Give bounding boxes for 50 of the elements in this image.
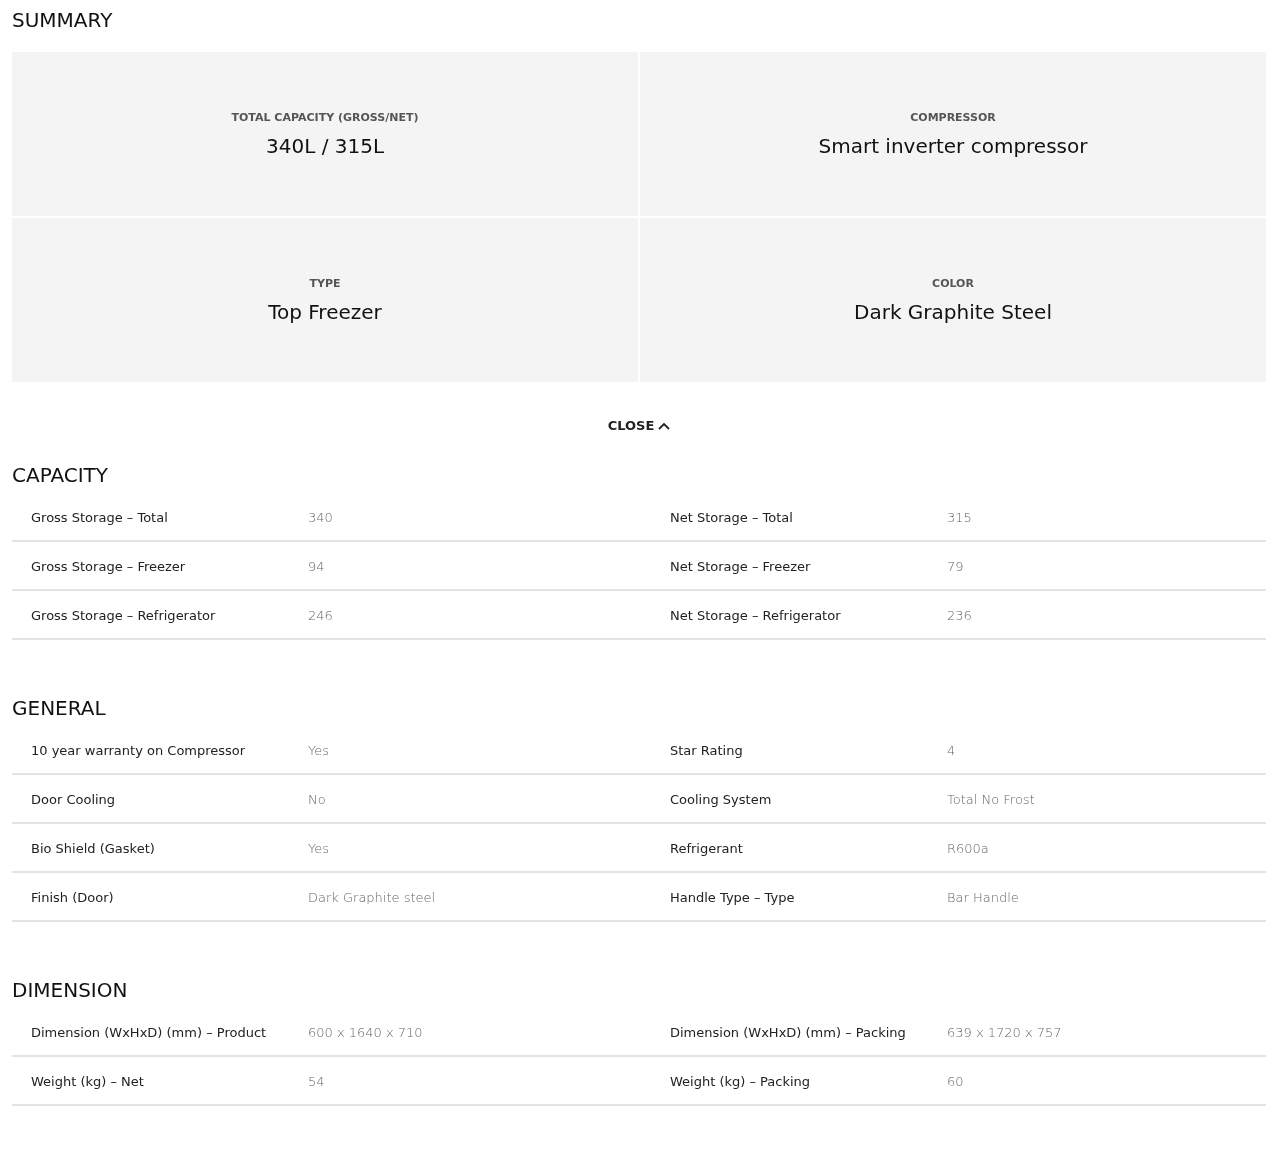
spec-label: Cooling System bbox=[670, 792, 772, 807]
summary-value: Dark Graphite Steel bbox=[854, 299, 1052, 324]
spec-value: 639 x 1720 x 757 bbox=[947, 1025, 1062, 1040]
spec-label: Gross Storage – Freezer bbox=[31, 559, 186, 574]
spec-label: Star Rating bbox=[670, 743, 743, 758]
close-button[interactable]: CLOSE bbox=[607, 418, 671, 433]
spec-label: Weight (kg) – Packing bbox=[670, 1074, 811, 1089]
spec-value: Bar Handle bbox=[947, 890, 1019, 905]
spec-value: 54 bbox=[308, 1074, 325, 1089]
summary-value: Smart inverter compressor bbox=[818, 133, 1088, 158]
spec-label: Door Cooling bbox=[31, 792, 116, 807]
summary-value: Top Freezer bbox=[268, 299, 382, 324]
spec-value: 315 bbox=[947, 510, 972, 525]
spec-label: Net Storage – Refrigerator bbox=[670, 608, 841, 623]
summary-label: TOTAL CAPACITY (GROSS/NET) bbox=[231, 110, 419, 124]
spec-value: Yes bbox=[308, 841, 329, 856]
spec-label: Net Storage – Total bbox=[670, 510, 793, 525]
spec-value: 340 bbox=[308, 510, 333, 525]
spec-value: 246 bbox=[308, 608, 333, 623]
spec-label: Dimension (WxHxD) (mm) – Packing bbox=[670, 1025, 906, 1040]
spec-value: 79 bbox=[947, 559, 964, 574]
spec-value: Dark Graphite steel bbox=[308, 890, 436, 905]
spec-label: Bio Shield (Gasket) bbox=[31, 841, 155, 856]
spec-label: Handle Type – Type bbox=[670, 890, 795, 905]
spec-value: 4 bbox=[947, 743, 956, 758]
spec-value: 236 bbox=[947, 608, 972, 623]
spec-label: Finish (Door) bbox=[31, 890, 114, 905]
spec-label: 10 year warranty on Compressor bbox=[31, 743, 246, 758]
spec-value: R600a bbox=[947, 841, 989, 856]
spec-label: Net Storage – Freezer bbox=[670, 559, 811, 574]
spec-value: 600 x 1640 x 710 bbox=[308, 1025, 423, 1040]
section-title: CAPACITY bbox=[12, 463, 109, 487]
spec-value: No bbox=[308, 792, 326, 807]
spec-value: Yes bbox=[308, 743, 329, 758]
section-title: SUMMARY bbox=[12, 8, 113, 32]
section-title: GENERAL bbox=[12, 696, 106, 720]
spec-label: Gross Storage – Total bbox=[31, 510, 168, 525]
summary-label: TYPE bbox=[309, 276, 341, 290]
spec-label: Weight (kg) – Net bbox=[31, 1074, 144, 1089]
summary-label: COMPRESSOR bbox=[910, 110, 996, 124]
spec-label: Dimension (WxHxD) (mm) – Product bbox=[31, 1025, 267, 1040]
chevron-up-icon bbox=[658, 421, 671, 430]
summary-value: 340L / 315L bbox=[265, 133, 385, 158]
summary-label: COLOR bbox=[932, 276, 974, 290]
spec-value: Total No Frost bbox=[947, 792, 1035, 807]
spec-value: 60 bbox=[947, 1074, 964, 1089]
spec-value: 94 bbox=[308, 559, 325, 574]
section-title: DIMENSION bbox=[12, 978, 128, 1002]
spec-label: Gross Storage – Refrigerator bbox=[31, 608, 216, 623]
spec-label: Refrigerant bbox=[670, 841, 743, 856]
